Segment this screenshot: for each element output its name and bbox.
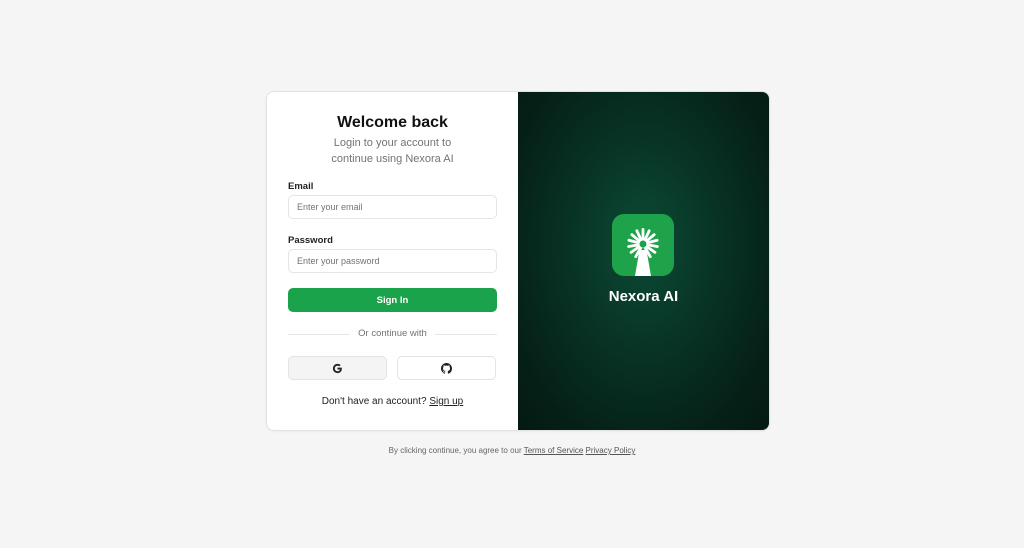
email-field[interactable] bbox=[288, 195, 497, 219]
google-login-button[interactable] bbox=[288, 356, 387, 380]
google-icon bbox=[332, 363, 342, 373]
github-login-button[interactable] bbox=[397, 356, 496, 380]
logo-graphic bbox=[627, 228, 659, 276]
brand-panel: Nexora AI bbox=[518, 92, 769, 430]
page-title: Welcome back bbox=[337, 114, 448, 131]
sign-up-link[interactable]: Sign up bbox=[429, 396, 463, 407]
email-label: Email bbox=[288, 181, 314, 192]
github-icon bbox=[441, 362, 452, 374]
page-subtitle: Login to your account to continue using … bbox=[331, 137, 454, 165]
brand-name: Nexora AI bbox=[608, 288, 679, 305]
password-field[interactable] bbox=[288, 249, 497, 273]
privacy-link[interactable]: Privacy Policy bbox=[586, 446, 636, 455]
signup-prompt: Don't have an account? bbox=[321, 396, 427, 407]
legal-footer: By clicking continue, you agree to our T… bbox=[0, 446, 1024, 455]
footer-text: By clicking continue, you agree to our bbox=[388, 446, 522, 455]
login-card: Welcome back Login to your account to co… bbox=[266, 91, 770, 431]
divider-line-right bbox=[435, 334, 497, 335]
terms-link[interactable]: Terms of Service bbox=[524, 446, 584, 455]
sunburst-logo-icon bbox=[612, 214, 674, 276]
sign-in-button[interactable]: Sign In bbox=[288, 288, 497, 312]
signup-row: Don't have an account? Sign up bbox=[267, 396, 518, 407]
login-form-panel: Welcome back Login to your account to co… bbox=[267, 92, 518, 430]
continue-divider: Or continue with bbox=[288, 328, 497, 340]
password-label: Password bbox=[288, 235, 333, 246]
